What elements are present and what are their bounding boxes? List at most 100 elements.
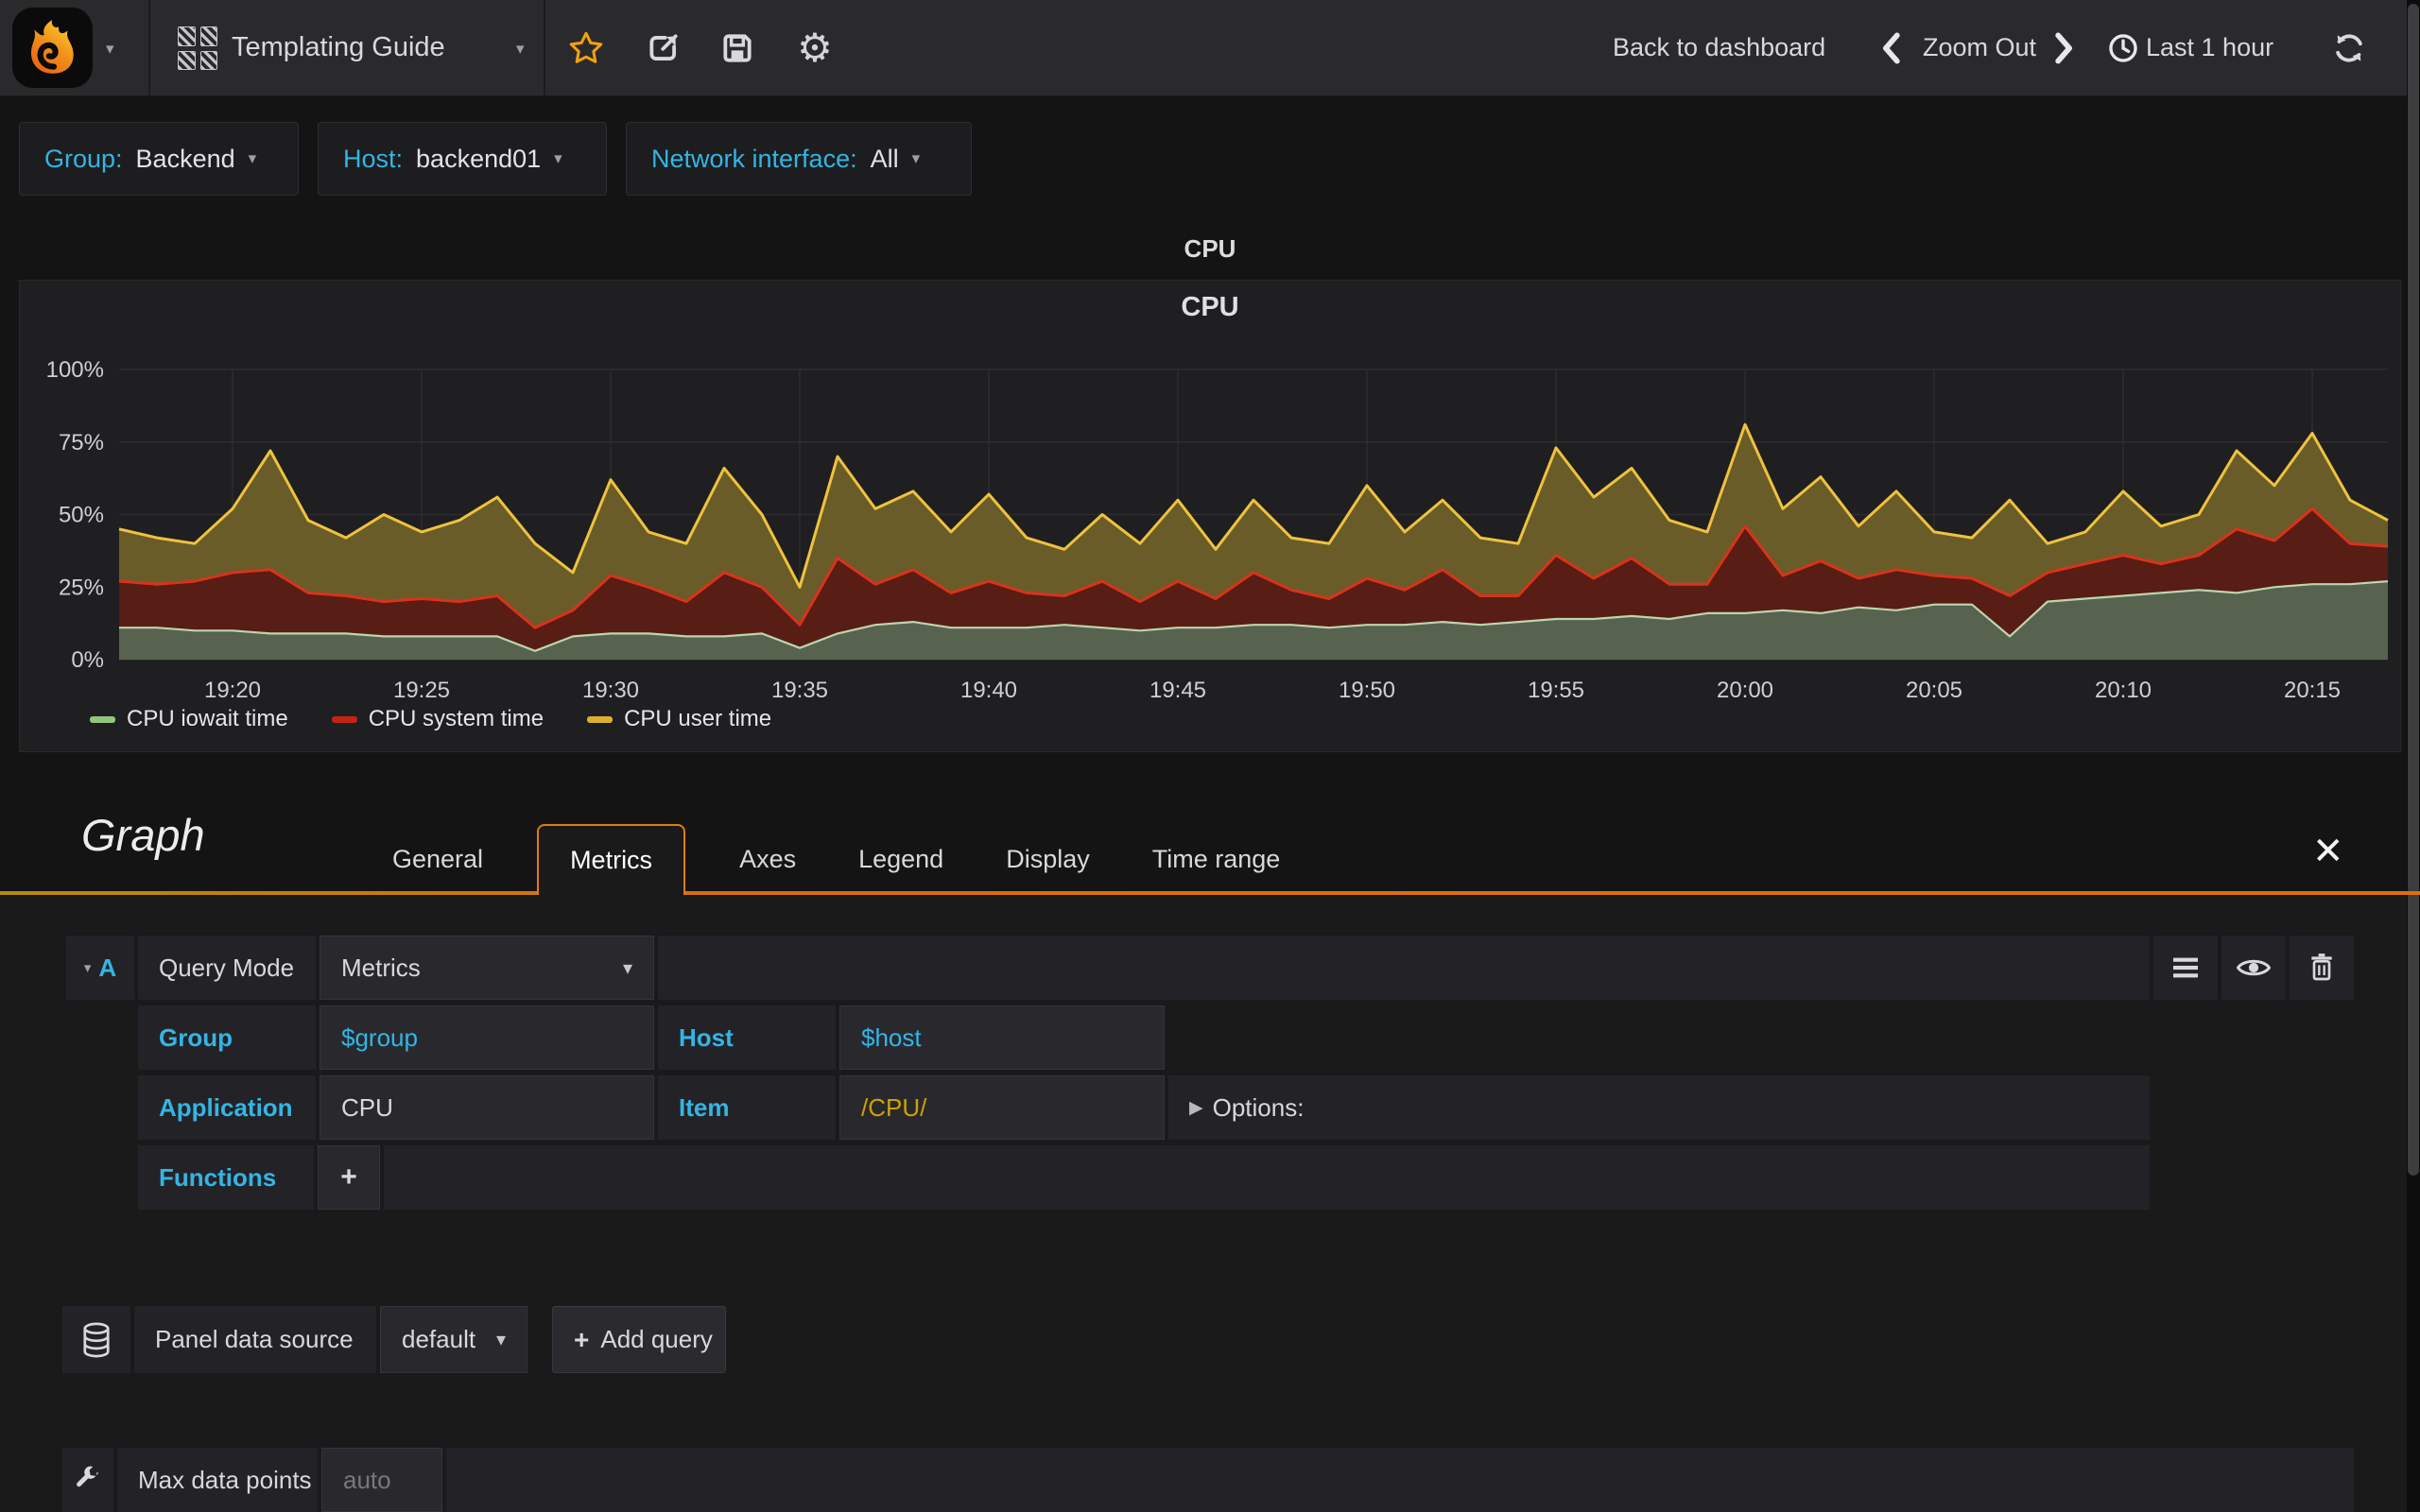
- add-query-button[interactable]: + Add query: [552, 1306, 726, 1373]
- svg-text:19:30: 19:30: [582, 678, 639, 703]
- variable-host[interactable]: Host: backend01 ▾: [318, 122, 607, 196]
- navbar-divider: [148, 0, 150, 95]
- navbar-divider: [544, 0, 545, 95]
- panel-header-title[interactable]: CPU: [0, 234, 2420, 264]
- svg-text:19:55: 19:55: [1528, 678, 1584, 703]
- trash-icon: [2311, 954, 2332, 981]
- query-ref-cell[interactable]: ▾ A: [66, 936, 134, 1000]
- time-forward-button[interactable]: [2046, 0, 2083, 95]
- tab-metrics[interactable]: Metrics: [537, 824, 686, 895]
- database-icon: [83, 1322, 110, 1357]
- datasource-icon-cell: [62, 1306, 130, 1373]
- editor-tabs: General Metrics Axes Legend Display Time…: [361, 824, 1311, 895]
- functions-label: Functions: [138, 1145, 314, 1210]
- zoom-out-button[interactable]: Zoom Out: [1923, 0, 2036, 95]
- time-back-button[interactable]: [1872, 0, 1910, 95]
- svg-text:19:50: 19:50: [1339, 678, 1395, 703]
- plus-icon: +: [574, 1324, 590, 1354]
- legend-swatch-system: [331, 715, 357, 723]
- query-toggle-visibility-button[interactable]: [2221, 936, 2286, 1000]
- scrollbar-thumb[interactable]: [2408, 4, 2419, 1176]
- svg-text:20:05: 20:05: [1906, 678, 1962, 703]
- item-field-label: Item: [658, 1075, 836, 1140]
- group-field-input[interactable]: $group: [320, 1005, 654, 1070]
- add-function-button[interactable]: +: [318, 1145, 380, 1210]
- save-button[interactable]: [709, 0, 766, 95]
- tab-general[interactable]: General: [361, 824, 514, 895]
- query-menu-button[interactable]: [2153, 936, 2218, 1000]
- panel-datasource-select[interactable]: default ▾: [380, 1306, 527, 1373]
- max-data-points-label: Max data points: [117, 1448, 318, 1512]
- legend-swatch-iowait: [90, 715, 115, 723]
- svg-text:20:10: 20:10: [2095, 678, 2152, 703]
- time-range-label[interactable]: Last 1 hour: [2146, 0, 2273, 95]
- variable-netif-label: Network interface:: [651, 144, 857, 173]
- graph-title[interactable]: CPU: [20, 292, 2400, 323]
- max-data-points-input[interactable]: auto: [321, 1448, 442, 1512]
- item-field-input[interactable]: /CPU/: [839, 1075, 1165, 1140]
- editor-panel-type-title: Graph: [81, 810, 205, 860]
- host-field-input[interactable]: $host: [839, 1005, 1165, 1070]
- svg-text:20:15: 20:15: [2284, 678, 2341, 703]
- chevron-down-icon: ▾: [248, 149, 257, 167]
- application-field-input[interactable]: CPU: [320, 1075, 654, 1140]
- options-label: Options:: [1212, 1092, 1305, 1122]
- svg-text:25%: 25%: [59, 575, 104, 600]
- refresh-button[interactable]: [2321, 0, 2377, 95]
- legend-item-system[interactable]: CPU system time: [331, 706, 544, 732]
- time-picker-button[interactable]: [2104, 0, 2142, 95]
- options-toggle[interactable]: ▶ Options:: [1168, 1075, 2150, 1140]
- eye-icon: [2237, 959, 2271, 976]
- variable-host-label: Host:: [343, 144, 404, 173]
- grafana-logo[interactable]: [12, 8, 93, 88]
- host-field-label: Host: [658, 1005, 836, 1070]
- tab-axes[interactable]: Axes: [708, 824, 827, 895]
- dashboard-grid-icon: [178, 26, 217, 70]
- svg-text:19:20: 19:20: [204, 678, 261, 703]
- svg-text:19:25: 19:25: [393, 678, 450, 703]
- dashboard-title[interactable]: Templating Guide: [232, 0, 445, 95]
- settings-button[interactable]: ⚙: [786, 0, 843, 95]
- hamburger-menu-icon: [2173, 957, 2198, 978]
- variable-group-label: Group:: [44, 144, 123, 173]
- legend-swatch-user: [587, 715, 614, 723]
- svg-text:50%: 50%: [59, 503, 104, 528]
- add-query-label: Add query: [600, 1325, 713, 1353]
- grafana-dashboard-edit-screen: ▾ Templating Guide ▾ ⚙ Back to dashboard: [0, 0, 2420, 1512]
- tab-display[interactable]: Display: [975, 824, 1121, 895]
- panel-datasource-value: default: [402, 1325, 476, 1353]
- legend-item-user[interactable]: CPU user time: [587, 706, 771, 732]
- variable-group[interactable]: Group: Backend ▾: [19, 122, 299, 196]
- share-button[interactable]: [635, 0, 692, 95]
- cpu-stacked-area-chart[interactable]: 0% 25% 50% 75% 100% 19:20 19:25 19:30 19:35 19:40…: [29, 337, 2393, 711]
- grafana-flame-icon: [30, 19, 74, 74]
- query-row-filler: [658, 936, 2150, 1000]
- svg-text:19:40: 19:40: [960, 678, 1017, 703]
- tab-legend[interactable]: Legend: [827, 824, 975, 895]
- query-mode-label: Query Mode: [138, 936, 316, 1000]
- star-button[interactable]: [558, 0, 614, 95]
- chevron-down-icon: ▾: [554, 149, 562, 167]
- svg-text:75%: 75%: [59, 430, 104, 455]
- query-mode-select[interactable]: Metrics ▾: [320, 936, 654, 1000]
- share-icon: [649, 33, 678, 60]
- star-icon: [569, 31, 603, 63]
- refresh-icon: [2336, 33, 2362, 62]
- variable-netif[interactable]: Network interface: All ▾: [626, 122, 972, 196]
- back-to-dashboard-button[interactable]: Back to dashboard: [1613, 0, 1825, 95]
- org-switcher-caret-icon[interactable]: ▾: [106, 40, 114, 59]
- variable-host-value: backend01: [416, 144, 542, 173]
- gear-icon: ⚙: [797, 25, 833, 71]
- close-editor-button[interactable]: ✕: [2312, 830, 2344, 873]
- svg-text:0%: 0%: [71, 647, 104, 673]
- svg-text:19:45: 19:45: [1150, 678, 1206, 703]
- dashboard-title-caret-icon[interactable]: ▾: [516, 40, 525, 59]
- max-data-points-filler: [446, 1448, 2354, 1512]
- variable-netif-value: All: [870, 144, 899, 173]
- legend-label-user: CPU user time: [624, 706, 772, 731]
- query-delete-button[interactable]: [2290, 936, 2354, 1000]
- tab-time-range[interactable]: Time range: [1121, 824, 1312, 895]
- legend-item-iowait[interactable]: CPU iowait time: [90, 706, 288, 732]
- legend-label-system: CPU system time: [368, 706, 544, 731]
- wrench-icon: [77, 1466, 99, 1487]
